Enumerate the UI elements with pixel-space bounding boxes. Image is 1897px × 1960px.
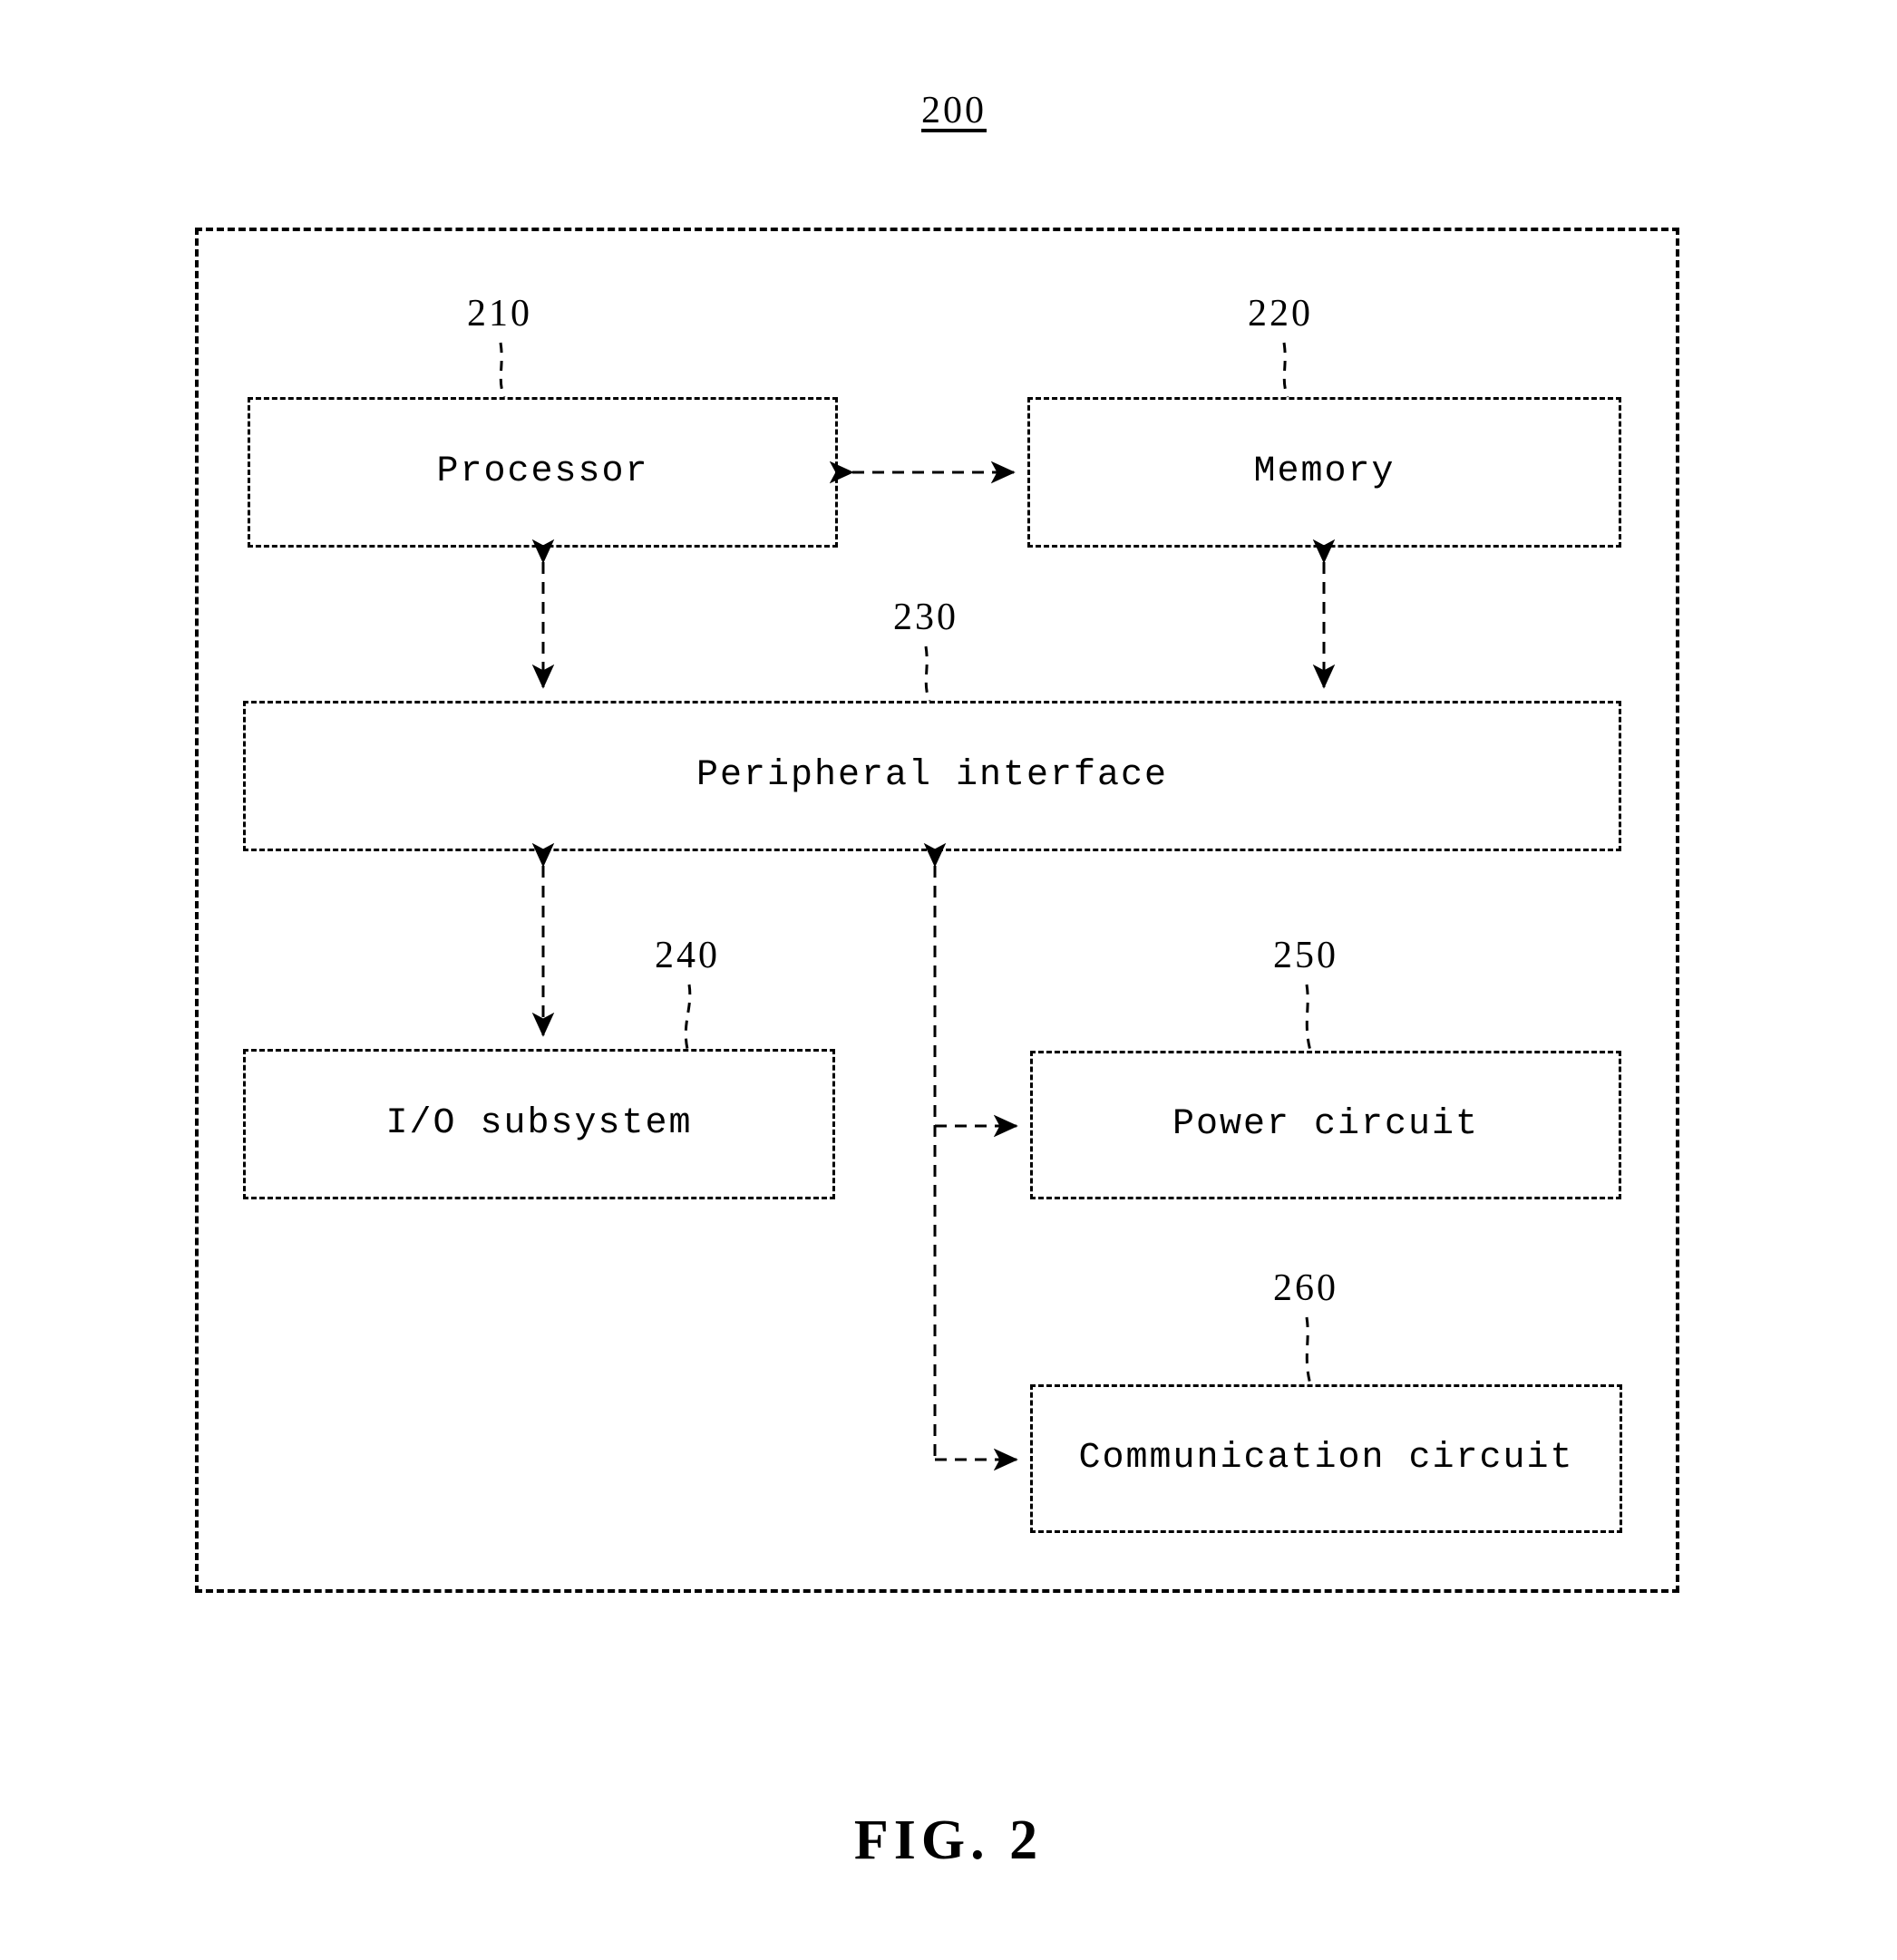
reference-numeral-210: 210 [467, 293, 532, 335]
figure-canvas: 200 Processor 210 Memory 220 Peripheral … [0, 0, 1897, 1960]
reference-numeral-240: 240 [655, 935, 720, 976]
reference-numeral-260: 260 [1273, 1267, 1338, 1309]
block-peripheral-interface[interactable]: Peripheral interface [243, 701, 1621, 851]
block-memory[interactable]: Memory [1027, 397, 1621, 548]
block-io-subsystem[interactable]: I/O subsystem [243, 1049, 835, 1199]
block-processor[interactable]: Processor [248, 397, 838, 548]
block-communication-circuit[interactable]: Communication circuit [1030, 1384, 1622, 1533]
block-power-circuit-label: Power circuit [1172, 1104, 1480, 1145]
figure-caption: FIG. 2 [853, 1810, 1044, 1871]
block-peripheral-interface-label: Peripheral interface [696, 755, 1169, 796]
reference-numeral-220: 220 [1248, 293, 1313, 335]
block-io-subsystem-label: I/O subsystem [385, 1103, 693, 1144]
block-processor-label: Processor [436, 451, 649, 492]
block-memory-label: Memory [1253, 451, 1396, 492]
reference-numeral-200: 200 [921, 90, 987, 131]
block-communication-circuit-label: Communication circuit [1078, 1438, 1574, 1479]
block-power-circuit[interactable]: Power circuit [1030, 1051, 1621, 1199]
reference-numeral-250: 250 [1273, 935, 1338, 976]
reference-numeral-230: 230 [893, 597, 958, 638]
